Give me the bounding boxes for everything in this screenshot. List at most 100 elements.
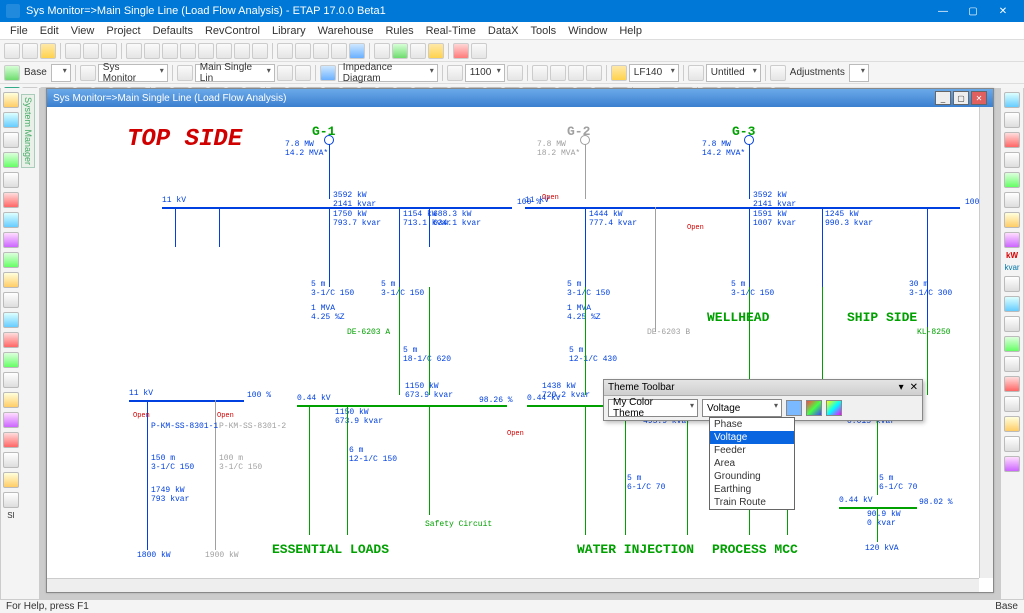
leftrail-btn-20-icon[interactable]: [3, 472, 19, 488]
tool-undo-icon[interactable]: [198, 43, 214, 59]
menu-edit[interactable]: Edit: [34, 25, 65, 37]
leftrail-btn-14-icon[interactable]: [3, 352, 19, 368]
tool-misc3-icon[interactable]: [568, 65, 584, 81]
rightrail-btn-10-icon[interactable]: [1004, 296, 1020, 312]
leftrail-btn-16-icon[interactable]: [3, 392, 19, 408]
tool-refresh-icon[interactable]: [234, 43, 250, 59]
diagram-vertical-scrollbar[interactable]: [979, 107, 993, 578]
leftrail-btn-19-icon[interactable]: [3, 452, 19, 468]
leftrail-btn-6-icon[interactable]: [3, 192, 19, 208]
menu-tools[interactable]: Tools: [525, 25, 563, 37]
rightrail-btn-1-icon[interactable]: [1004, 92, 1020, 108]
tool-viewprev-icon[interactable]: [277, 65, 293, 81]
menu-warehouse[interactable]: Warehouse: [312, 25, 380, 37]
theme-option-voltage[interactable]: Voltage: [710, 431, 794, 444]
theme-toolbar-panel[interactable]: Theme Toolbar ▾ ✕ My Color Theme Voltage…: [603, 379, 923, 421]
menu-rules[interactable]: Rules: [379, 25, 419, 37]
menu-file[interactable]: File: [4, 25, 34, 37]
tool-shrink-icon[interactable]: [447, 65, 463, 81]
theme-toolbar-pin-icon[interactable]: ▾: [899, 382, 904, 393]
menu-view[interactable]: View: [65, 25, 101, 37]
theme-option-trainroute[interactable]: Train Route: [710, 496, 794, 509]
diagram-combo[interactable]: Impedance Diagram: [338, 64, 438, 82]
rightrail-btn-12-icon[interactable]: [1004, 336, 1020, 352]
rightrail-btn-4-icon[interactable]: [1004, 152, 1020, 168]
leftrail-btn-18-icon[interactable]: [3, 432, 19, 448]
menu-revcontrol[interactable]: RevControl: [199, 25, 266, 37]
adjust-combo[interactable]: [849, 64, 869, 82]
theme-option-earthing[interactable]: Earthing: [710, 483, 794, 496]
system-manager-tab[interactable]: System Manager: [21, 94, 35, 168]
menu-realtime[interactable]: Real-Time: [420, 25, 482, 37]
tool-misc1-icon[interactable]: [532, 65, 548, 81]
tool-zoomin-icon[interactable]: [126, 43, 142, 59]
single-line-diagram[interactable]: TOP SIDE G-1 G-2 G-3 7.8 MW 14.2 MVA* 7.…: [47, 107, 993, 592]
tool-new-icon[interactable]: [4, 43, 20, 59]
sysmonitor-combo[interactable]: Sys Monitor: [98, 64, 168, 82]
tool-zoomout-icon[interactable]: [144, 43, 160, 59]
leftrail-btn-13-icon[interactable]: [3, 332, 19, 348]
leftrail-btn-11-icon[interactable]: [3, 292, 19, 308]
menu-project[interactable]: Project: [100, 25, 146, 37]
rightrail-btn-15-icon[interactable]: [1004, 396, 1020, 412]
mdi-min-button[interactable]: _: [935, 91, 951, 105]
tool-redo-icon[interactable]: [216, 43, 232, 59]
rightrail-btn-14-icon[interactable]: [1004, 376, 1020, 392]
tool-opt1-icon[interactable]: [374, 43, 390, 59]
leftrail-btn-1-icon[interactable]: [3, 92, 19, 108]
window-close-button[interactable]: ✕: [988, 0, 1018, 22]
rightrail-btn-17-icon[interactable]: [1004, 436, 1020, 452]
zoom-combo[interactable]: 1100: [465, 64, 505, 82]
theme-swatch-1-icon[interactable]: [786, 400, 802, 416]
rightrail-btn-8-icon[interactable]: [1004, 232, 1020, 248]
tool-paste-icon[interactable]: [101, 43, 117, 59]
menu-library[interactable]: Library: [266, 25, 312, 37]
tool-check-icon[interactable]: [4, 65, 20, 81]
tool-sliders-icon[interactable]: [770, 65, 786, 81]
theme-type-combo[interactable]: Voltage: [702, 399, 782, 417]
tool-lines-icon[interactable]: [177, 65, 193, 81]
rightrail-btn-6-icon[interactable]: [1004, 192, 1020, 208]
rightrail-btn-13-icon[interactable]: [1004, 356, 1020, 372]
tool-cut-icon[interactable]: [65, 43, 81, 59]
tool-viewnext-icon[interactable]: [295, 65, 311, 81]
tool-grid3-icon[interactable]: [313, 43, 329, 59]
untitled-combo[interactable]: Untitled: [706, 64, 761, 82]
view-combo[interactable]: Main Single Lin: [195, 64, 275, 82]
tool-text-icon[interactable]: [349, 43, 365, 59]
tool-misc2-icon[interactable]: [550, 65, 566, 81]
leftrail-btn-4-icon[interactable]: [3, 152, 19, 168]
menu-help[interactable]: Help: [613, 25, 648, 37]
tool-grid1-icon[interactable]: [277, 43, 293, 59]
tool-folder-icon[interactable]: [40, 43, 56, 59]
tool-grow-icon[interactable]: [507, 65, 523, 81]
theme-swatch-2-icon[interactable]: [806, 400, 822, 416]
theme-swatch-3-icon[interactable]: [826, 400, 842, 416]
tool-doc-icon[interactable]: [688, 65, 704, 81]
theme-dropdown-list[interactable]: Phase Voltage Feeder Area Grounding Eart…: [709, 417, 795, 510]
rightrail-btn-16-icon[interactable]: [1004, 416, 1020, 432]
tool-help-icon[interactable]: [471, 43, 487, 59]
mdi-title-bar[interactable]: Sys Monitor=>Main Single Line (Load Flow…: [47, 89, 993, 107]
tool-bag-icon[interactable]: [611, 65, 627, 81]
theme-option-area[interactable]: Area: [710, 457, 794, 470]
rightrail-btn-11-icon[interactable]: [1004, 316, 1020, 332]
rightrail-btn-9-icon[interactable]: [1004, 276, 1020, 292]
leftrail-btn-5-icon[interactable]: [3, 172, 19, 188]
theme-toolbar-header[interactable]: Theme Toolbar ▾ ✕: [604, 380, 922, 396]
tool-opt2-icon[interactable]: [392, 43, 408, 59]
leftrail-btn-3-icon[interactable]: [3, 132, 19, 148]
theme-option-grounding[interactable]: Grounding: [710, 470, 794, 483]
tool-opt3-icon[interactable]: [410, 43, 426, 59]
tool-power-icon[interactable]: [453, 43, 469, 59]
leftrail-btn-9-icon[interactable]: [3, 252, 19, 268]
rightrail-btn-3-icon[interactable]: [1004, 132, 1020, 148]
rightrail-btn-7-icon[interactable]: [1004, 212, 1020, 228]
leftrail-btn-12-icon[interactable]: [3, 312, 19, 328]
mdi-max-button[interactable]: ▢: [953, 91, 969, 105]
leftrail-btn-7-icon[interactable]: [3, 212, 19, 228]
tool-save-icon[interactable]: [22, 43, 38, 59]
leftrail-btn-21-icon[interactable]: [3, 492, 19, 508]
mdi-close-button[interactable]: ✕: [971, 91, 987, 105]
diagram-horizontal-scrollbar[interactable]: [47, 578, 979, 592]
